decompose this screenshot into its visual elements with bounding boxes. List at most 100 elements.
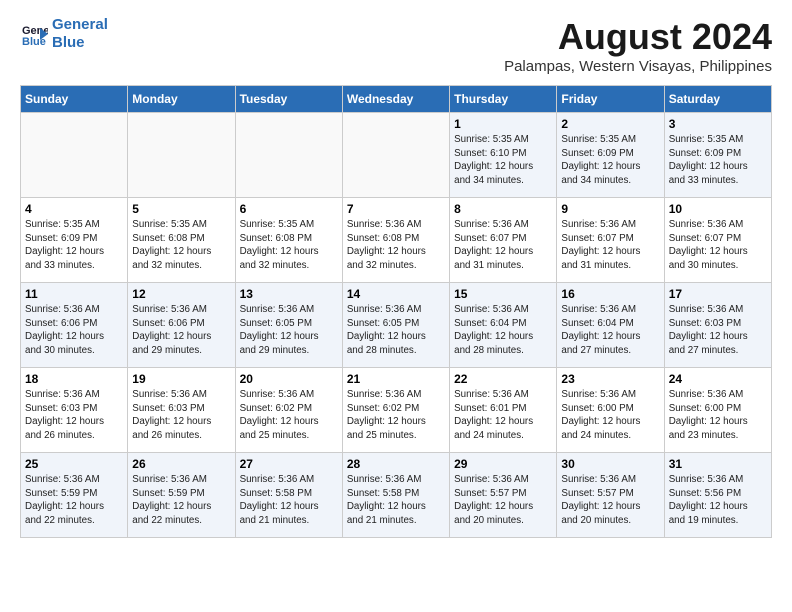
- header-wednesday: Wednesday: [342, 86, 449, 113]
- day-number: 21: [347, 372, 445, 386]
- day-info: Sunrise: 5:36 AM Sunset: 6:02 PM Dayligh…: [240, 388, 338, 443]
- day-info: Sunrise: 5:36 AM Sunset: 6:07 PM Dayligh…: [669, 218, 767, 273]
- day-number: 29: [454, 457, 552, 471]
- day-info: Sunrise: 5:36 AM Sunset: 5:57 PM Dayligh…: [561, 473, 659, 528]
- day-number: 18: [25, 372, 123, 386]
- calendar-cell: 12 Sunrise: 5:36 AM Sunset: 6:06 PM Dayli…: [128, 283, 235, 368]
- day-number: 17: [669, 287, 767, 301]
- day-number: 16: [561, 287, 659, 301]
- day-info: Sunrise: 5:36 AM Sunset: 5:59 PM Dayligh…: [25, 473, 123, 528]
- calendar-cell: 13 Sunrise: 5:36 AM Sunset: 6:05 PM Dayli…: [235, 283, 342, 368]
- calendar-week-row: 18Sunrise: 5:36 AM Sunset: 6:03 PM Dayli…: [21, 368, 772, 453]
- calendar-header-row: SundayMondayTuesdayWednesdayThursdayFrid…: [21, 86, 772, 113]
- day-info: Sunrise: 5:36 AM Sunset: 6:03 PM Dayligh…: [669, 303, 767, 358]
- day-number: 13: [240, 287, 338, 301]
- day-number: 10: [669, 202, 767, 216]
- day-info: Sunrise: 5:36 AM Sunset: 6:07 PM Dayligh…: [454, 218, 552, 273]
- calendar-cell: 7Sunrise: 5:36 AM Sunset: 6:08 PM Daylig…: [342, 198, 449, 283]
- calendar-week-row: 4Sunrise: 5:35 AM Sunset: 6:09 PM Daylig…: [21, 198, 772, 283]
- day-info: Sunrise: 5:35 AM Sunset: 6:09 PM Dayligh…: [561, 133, 659, 188]
- calendar-cell: 11Sunrise: 5:36 AM Sunset: 6:06 PM Dayli…: [21, 283, 128, 368]
- logo-icon: General Blue: [20, 20, 48, 48]
- day-info: Sunrise: 5:36 AM Sunset: 6:05 PM Dayligh…: [240, 303, 338, 358]
- calendar-cell: 24 Sunrise: 5:36 AM Sunset: 6:00 PM Dayli…: [664, 368, 771, 453]
- logo-text-line1: General: [52, 16, 108, 34]
- calendar-cell: 17 Sunrise: 5:36 AM Sunset: 6:03 PM Dayli…: [664, 283, 771, 368]
- day-number: 23: [561, 372, 659, 386]
- day-info: Sunrise: 5:36 AM Sunset: 6:00 PM Dayligh…: [561, 388, 659, 443]
- day-info: Sunrise: 5:35 AM Sunset: 6:09 PM Dayligh…: [669, 133, 767, 188]
- calendar-cell: 9 Sunrise: 5:36 AM Sunset: 6:07 PM Daylig…: [557, 198, 664, 283]
- calendar-cell: 27 Sunrise: 5:36 AM Sunset: 5:58 PM Dayli…: [235, 453, 342, 538]
- calendar-cell: 31 Sunrise: 5:36 AM Sunset: 5:56 PM Dayli…: [664, 453, 771, 538]
- page-title: August 2024: [504, 16, 772, 58]
- calendar-cell: 20 Sunrise: 5:36 AM Sunset: 6:02 PM Dayli…: [235, 368, 342, 453]
- header-friday: Friday: [557, 86, 664, 113]
- day-info: Sunrise: 5:36 AM Sunset: 5:57 PM Dayligh…: [454, 473, 552, 528]
- header-sunday: Sunday: [21, 86, 128, 113]
- day-info: Sunrise: 5:36 AM Sunset: 5:58 PM Dayligh…: [347, 473, 445, 528]
- day-number: 26: [132, 457, 230, 471]
- day-number: 19: [132, 372, 230, 386]
- day-info: Sunrise: 5:36 AM Sunset: 6:00 PM Dayligh…: [669, 388, 767, 443]
- calendar-cell: 18Sunrise: 5:36 AM Sunset: 6:03 PM Dayli…: [21, 368, 128, 453]
- day-number: 1: [454, 117, 552, 131]
- calendar-cell: 6 Sunrise: 5:35 AM Sunset: 6:08 PM Daylig…: [235, 198, 342, 283]
- calendar-cell: 25Sunrise: 5:36 AM Sunset: 5:59 PM Dayli…: [21, 453, 128, 538]
- header-saturday: Saturday: [664, 86, 771, 113]
- day-number: 12: [132, 287, 230, 301]
- day-info: Sunrise: 5:36 AM Sunset: 6:02 PM Dayligh…: [347, 388, 445, 443]
- day-number: 22: [454, 372, 552, 386]
- header-monday: Monday: [128, 86, 235, 113]
- calendar-cell: 3 Sunrise: 5:35 AM Sunset: 6:09 PM Daylig…: [664, 113, 771, 198]
- calendar-cell: 30 Sunrise: 5:36 AM Sunset: 5:57 PM Dayli…: [557, 453, 664, 538]
- calendar-week-row: 25Sunrise: 5:36 AM Sunset: 5:59 PM Dayli…: [21, 453, 772, 538]
- calendar-cell: 14 Sunrise: 5:36 AM Sunset: 6:05 PM Dayli…: [342, 283, 449, 368]
- page-subtitle: Palampas, Western Visayas, Philippines: [504, 58, 772, 75]
- calendar-cell: 23 Sunrise: 5:36 AM Sunset: 6:00 PM Dayli…: [557, 368, 664, 453]
- logo: General Blue General Blue: [20, 16, 108, 52]
- calendar-cell: 4Sunrise: 5:35 AM Sunset: 6:09 PM Daylig…: [21, 198, 128, 283]
- day-number: 30: [561, 457, 659, 471]
- day-number: 27: [240, 457, 338, 471]
- day-info: Sunrise: 5:36 AM Sunset: 6:07 PM Dayligh…: [561, 218, 659, 273]
- calendar-cell: [128, 113, 235, 198]
- calendar-cell: 21 Sunrise: 5:36 AM Sunset: 6:02 PM Dayli…: [342, 368, 449, 453]
- day-info: Sunrise: 5:36 AM Sunset: 6:08 PM Dayligh…: [347, 218, 445, 273]
- calendar-cell: 26 Sunrise: 5:36 AM Sunset: 5:59 PM Dayli…: [128, 453, 235, 538]
- calendar-cell: 28 Sunrise: 5:36 AM Sunset: 5:58 PM Dayli…: [342, 453, 449, 538]
- day-info: Sunrise: 5:35 AM Sunset: 6:08 PM Dayligh…: [132, 218, 230, 273]
- day-number: 14: [347, 287, 445, 301]
- calendar-cell: 8 Sunrise: 5:36 AM Sunset: 6:07 PM Daylig…: [450, 198, 557, 283]
- day-info: Sunrise: 5:36 AM Sunset: 6:06 PM Dayligh…: [25, 303, 123, 358]
- day-number: 8: [454, 202, 552, 216]
- calendar-cell: 19Sunrise: 5:36 AM Sunset: 6:03 PM Dayli…: [128, 368, 235, 453]
- day-info: Sunrise: 5:36 AM Sunset: 6:04 PM Dayligh…: [561, 303, 659, 358]
- day-number: 24: [669, 372, 767, 386]
- calendar-cell: 29 Sunrise: 5:36 AM Sunset: 5:57 PM Dayli…: [450, 453, 557, 538]
- calendar-cell: 1 Sunrise: 5:35 AM Sunset: 6:10 PM Daylig…: [450, 113, 557, 198]
- day-info: Sunrise: 5:36 AM Sunset: 5:59 PM Dayligh…: [132, 473, 230, 528]
- day-info: Sunrise: 5:36 AM Sunset: 6:06 PM Dayligh…: [132, 303, 230, 358]
- calendar-cell: [21, 113, 128, 198]
- day-number: 31: [669, 457, 767, 471]
- calendar-week-row: 11Sunrise: 5:36 AM Sunset: 6:06 PM Dayli…: [21, 283, 772, 368]
- title-area: August 2024 Palampas, Western Visayas, P…: [504, 16, 772, 75]
- day-number: 9: [561, 202, 659, 216]
- day-number: 20: [240, 372, 338, 386]
- day-number: 3: [669, 117, 767, 131]
- day-info: Sunrise: 5:35 AM Sunset: 6:10 PM Dayligh…: [454, 133, 552, 188]
- calendar-cell: 10 Sunrise: 5:36 AM Sunset: 6:07 PM Dayli…: [664, 198, 771, 283]
- calendar-cell: [342, 113, 449, 198]
- day-number: 6: [240, 202, 338, 216]
- day-info: Sunrise: 5:36 AM Sunset: 5:58 PM Dayligh…: [240, 473, 338, 528]
- calendar-cell: 15Sunrise: 5:36 AM Sunset: 6:04 PM Dayli…: [450, 283, 557, 368]
- calendar-cell: 22Sunrise: 5:36 AM Sunset: 6:01 PM Dayli…: [450, 368, 557, 453]
- calendar-cell: 5Sunrise: 5:35 AM Sunset: 6:08 PM Daylig…: [128, 198, 235, 283]
- day-info: Sunrise: 5:36 AM Sunset: 5:56 PM Dayligh…: [669, 473, 767, 528]
- day-number: 28: [347, 457, 445, 471]
- day-info: Sunrise: 5:36 AM Sunset: 6:05 PM Dayligh…: [347, 303, 445, 358]
- header-tuesday: Tuesday: [235, 86, 342, 113]
- day-info: Sunrise: 5:35 AM Sunset: 6:08 PM Dayligh…: [240, 218, 338, 273]
- calendar-cell: 16 Sunrise: 5:36 AM Sunset: 6:04 PM Dayli…: [557, 283, 664, 368]
